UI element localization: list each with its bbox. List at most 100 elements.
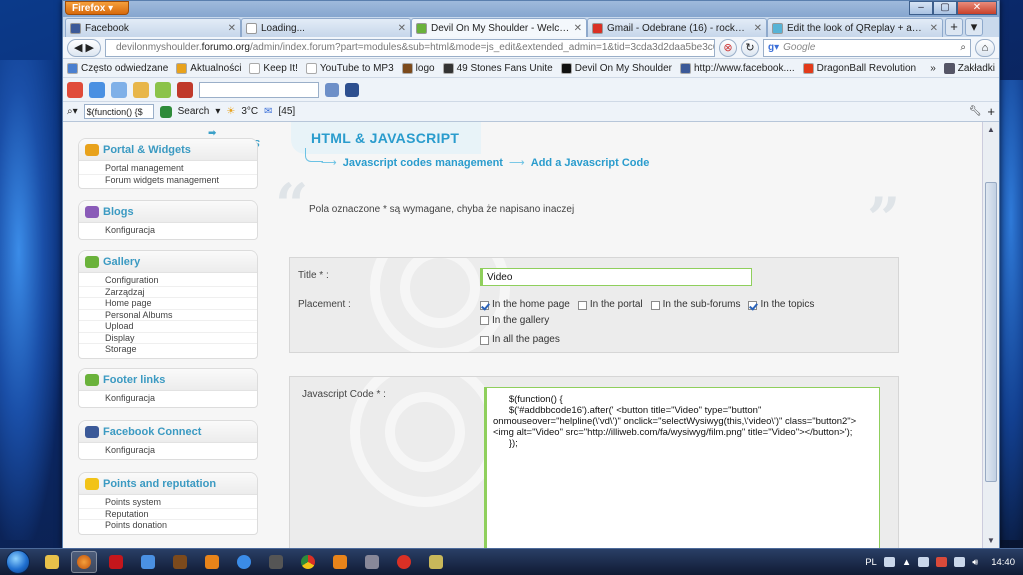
- toolbar-search-field[interactable]: $(function() {$: [83, 104, 154, 119]
- sidebar-link[interactable]: Portal management: [79, 163, 257, 174]
- tab-5[interactable]: Edit the look of QReplay + add a vi... ✕: [767, 18, 943, 37]
- nav-addon-icon[interactable]: [345, 82, 359, 97]
- checkbox[interactable]: [480, 300, 489, 310]
- bookmark-item[interactable]: DragonBall Revolution: [802, 62, 916, 74]
- new-tab-button[interactable]: +: [945, 18, 963, 36]
- tab-close-icon[interactable]: ✕: [930, 23, 938, 34]
- minimize-button[interactable]: –: [909, 1, 933, 15]
- sidebar-section-header[interactable]: Facebook Connect: [79, 421, 257, 443]
- sidebar-link[interactable]: Konfiguracja: [79, 445, 257, 456]
- start-button[interactable]: [0, 549, 36, 575]
- scroll-up-icon[interactable]: ▲: [983, 122, 999, 138]
- sidebar-section-header[interactable]: Points and reputation: [79, 473, 257, 495]
- tab-4[interactable]: Gmail - Odebrane (16) - rockbabyk... ✕: [587, 18, 767, 37]
- firefox-menu-button[interactable]: Firefox ▾: [65, 1, 129, 15]
- sidebar-link[interactable]: Zarządzaj: [79, 285, 257, 298]
- checkbox[interactable]: [748, 300, 758, 310]
- placement-option[interactable]: In the topics: [748, 298, 814, 312]
- edit-addon-icon[interactable]: [155, 81, 171, 98]
- sidebar-section-header[interactable]: Footer links: [79, 369, 257, 391]
- reload-icon[interactable]: ↻: [741, 38, 759, 57]
- sidebar-link[interactable]: Reputation: [79, 507, 257, 520]
- vertical-scrollbar[interactable]: ▲ ▼: [982, 122, 999, 549]
- wrench-icon[interactable]: 🔧︎: [969, 106, 982, 117]
- sidebar-link[interactable]: Storage: [79, 343, 257, 355]
- sidebar-section-header[interactable]: Gallery: [79, 251, 257, 273]
- tab-1[interactable]: Facebook ✕: [65, 18, 241, 37]
- clipboard-addon-icon[interactable]: [133, 81, 149, 98]
- keyboard-icon[interactable]: [883, 557, 895, 567]
- tray-expand-icon[interactable]: ▲: [902, 557, 911, 568]
- maximize-button[interactable]: ▢: [933, 1, 957, 15]
- sidebar-section-header[interactable]: Portal & Widgets: [79, 139, 257, 161]
- taskbar-app-8[interactable]: [263, 551, 289, 573]
- bookmark-item[interactable]: Aktualności: [176, 62, 241, 74]
- sidebar-section-header[interactable]: Blogs: [79, 201, 257, 223]
- volume-icon[interactable]: 🔊︎: [972, 557, 978, 568]
- taskbar-app-5[interactable]: [167, 551, 193, 573]
- window-titlebar[interactable]: Firefox ▾ – ▢ ✕: [63, 1, 999, 17]
- close-button[interactable]: ✕: [957, 1, 997, 15]
- taskbar-app-6[interactable]: [199, 551, 225, 573]
- home-icon[interactable]: ⌂: [975, 38, 995, 57]
- placement-option[interactable]: In the gallery: [480, 314, 549, 328]
- mail-count[interactable]: [45]: [279, 106, 296, 117]
- bookmark-item[interactable]: Często odwiedzane: [67, 62, 168, 74]
- home-addon-icon[interactable]: [67, 81, 83, 98]
- url-bar[interactable]: devilonmyshoulder. forumo.org/admin/index…: [105, 38, 715, 57]
- bookmarks-folder[interactable]: Zakładki: [943, 62, 995, 74]
- bookmark-item[interactable]: logo: [401, 62, 435, 74]
- placement-option[interactable]: In the sub-forums: [650, 298, 740, 312]
- scroll-down-icon[interactable]: ▼: [983, 533, 999, 549]
- tab-2[interactable]: Loading... ✕: [241, 18, 411, 37]
- placement-option[interactable]: In all the pages: [480, 333, 872, 347]
- tab-close-icon[interactable]: ✕: [754, 23, 762, 34]
- sidebar-link[interactable]: Upload: [79, 320, 257, 332]
- scrollbar-thumb[interactable]: [985, 182, 997, 482]
- back-button[interactable]: ◀ ▶: [67, 38, 101, 57]
- javascript-code-textarea[interactable]: $(function() { $('#addbbcode16').after('…: [484, 387, 880, 549]
- taskbar-acrobat[interactable]: [103, 551, 129, 573]
- tab-close-icon[interactable]: ✕: [398, 23, 406, 34]
- security-icon[interactable]: [936, 557, 948, 567]
- bookmark-item[interactable]: http://www.facebook....: [680, 62, 795, 74]
- language-indicator[interactable]: PL: [865, 557, 877, 568]
- checkbox[interactable]: [650, 300, 660, 310]
- clock[interactable]: 14:40: [991, 557, 1015, 568]
- sidebar-link[interactable]: Configuration: [79, 275, 257, 286]
- taskbar-app-4[interactable]: [135, 551, 161, 573]
- sidebar-link[interactable]: Points donation: [79, 519, 257, 531]
- breadcrumb-item-codes[interactable]: Javascript codes management: [343, 157, 503, 169]
- tab-list-icon[interactable]: ▾: [965, 18, 983, 36]
- taskbar-explorer[interactable]: [39, 551, 65, 573]
- search-button[interactable]: Search: [178, 106, 210, 117]
- tab-close-icon[interactable]: ✕: [228, 23, 236, 34]
- taskbar-app-9[interactable]: [295, 551, 321, 573]
- network-tray-icon[interactable]: [954, 557, 966, 567]
- taskbar-app-11[interactable]: [359, 551, 385, 573]
- placement-option[interactable]: In the portal: [577, 298, 643, 312]
- taskbar-app-7[interactable]: [231, 551, 257, 573]
- bookmark-item[interactable]: Keep It!: [249, 62, 298, 74]
- bookmarks-more-icon[interactable]: »: [930, 63, 936, 74]
- taskbar-firefox[interactable]: [71, 551, 97, 573]
- sidebar-link[interactable]: Forum widgets management: [79, 173, 257, 186]
- search-go-icon[interactable]: [159, 105, 172, 118]
- sidebar-link[interactable]: Points system: [79, 497, 257, 508]
- search-engine-box[interactable]: g▾ Google ⌕: [763, 38, 971, 57]
- checkbox[interactable]: [480, 316, 489, 325]
- tab-3[interactable]: Devil On My Shoulder - Welcome t... ✕: [411, 18, 587, 37]
- bookmark-item[interactable]: 49 Stones Fans Unite: [442, 62, 553, 74]
- flag-icon[interactable]: [918, 557, 930, 567]
- breadcrumb-item-add[interactable]: Add a Javascript Code: [531, 157, 650, 169]
- checkbox[interactable]: [480, 335, 489, 345]
- placement-option[interactable]: In the home page: [480, 298, 570, 312]
- stop-icon[interactable]: ⊗: [719, 38, 737, 57]
- bookmark-item[interactable]: YouTube to MP3: [305, 62, 394, 74]
- title-input[interactable]: [480, 268, 752, 286]
- sidebar-link[interactable]: Konfiguracja: [79, 393, 257, 404]
- addon-text-field[interactable]: [199, 81, 319, 98]
- checkbox[interactable]: [577, 300, 587, 310]
- taskbar-app-12[interactable]: [391, 551, 417, 573]
- bookmark-item[interactable]: Devil On My Shoulder: [560, 62, 672, 74]
